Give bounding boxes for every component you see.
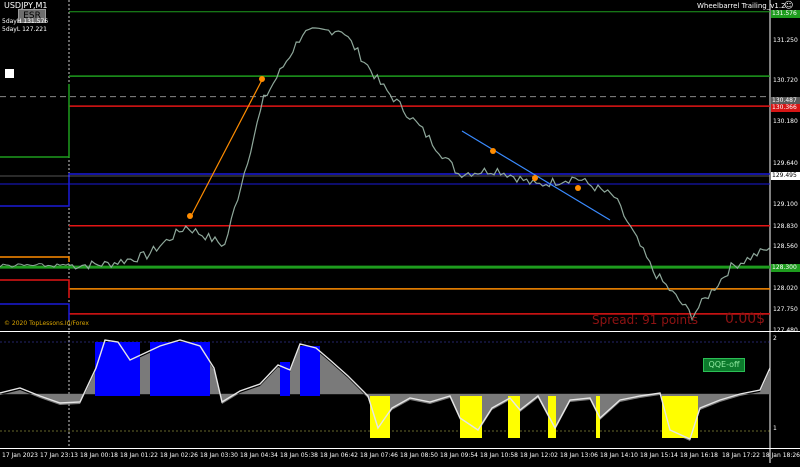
spread-label: Spread: 91 points [592, 313, 699, 327]
price-label-red: 130.366 [771, 104, 800, 112]
indicator-tick: 1 [773, 425, 777, 432]
toggle-checkbox[interactable] [5, 69, 14, 78]
red-step-line [0, 279, 70, 298]
price-tick: 129.100 [773, 201, 798, 208]
orange-step-line [0, 256, 70, 262]
time-tick: 18 Jan 06:42 [320, 452, 358, 459]
price-tick: 128.020 [773, 285, 798, 292]
indicator-tick: 2 [773, 335, 777, 342]
trade-marker [575, 185, 581, 191]
time-tick: 18 Jan 08:50 [400, 452, 438, 459]
price-tick: 129.640 [773, 160, 798, 167]
time-tick: 18 Jan 10:58 [480, 452, 518, 459]
day-low-label: 5dayL 127.221 [2, 26, 47, 33]
time-tick: 18 Jan 03:30 [200, 452, 238, 459]
time-tick: 18 Jan 13:06 [560, 452, 598, 459]
copyright-label: © 2020 TopLessons.In/Forex [4, 320, 89, 327]
time-tick: 18 Jan 00:18 [80, 452, 118, 459]
time-tick: 18 Jan 01:22 [120, 452, 158, 459]
price-tick: 131.250 [773, 37, 798, 44]
trade-marker [187, 213, 193, 219]
price-tick: 130.180 [773, 118, 798, 125]
time-tick: 17 Jan 2023 [2, 452, 38, 459]
trade-marker [259, 76, 265, 82]
time-tick: 18 Jan 05:38 [280, 452, 318, 459]
time-tick: 18 Jan 17:22 [722, 452, 760, 459]
profit-label: 0.00$ [725, 311, 766, 327]
time-tick: 18 Jan 16:18 [680, 452, 718, 459]
qqe-bar-yellow [370, 396, 390, 438]
blue-step-line [0, 173, 70, 207]
time-tick: 18 Jan 07:46 [360, 452, 398, 459]
price-tick: 127.480 [773, 327, 798, 334]
qqe-bar-blue [150, 342, 210, 396]
time-tick: 17 Jan 23:13 [40, 452, 78, 459]
time-tick: 18 Jan 09:54 [440, 452, 478, 459]
price-tick: 130.720 [773, 77, 798, 84]
blue-step-line-low [0, 303, 70, 320]
price-label-high: 131.576 [771, 10, 800, 18]
time-tick: 18 Jan 18:26 [762, 452, 800, 459]
qqe-bar-yellow [460, 396, 482, 438]
trading-chart-window[interactable]: USDJPY,M1 ESR 5dayH 131.576 5dayL 127.22… [0, 0, 800, 463]
chart-canvas[interactable] [0, 0, 800, 463]
price-tick: 128.830 [773, 223, 798, 230]
price-tick: 128.560 [773, 243, 798, 250]
time-tick: 18 Jan 15:14 [640, 452, 678, 459]
day-high-label: 5dayH 131.576 [2, 18, 49, 25]
price-label-green: 128.300 [771, 264, 800, 272]
qqe-bar-blue [300, 346, 320, 396]
time-tick: 18 Jan 12:02 [520, 452, 558, 459]
qqe-toggle-button[interactable]: QQE-off [703, 358, 745, 372]
time-tick: 18 Jan 02:26 [160, 452, 198, 459]
green-step-line [0, 84, 70, 158]
time-tick: 18 Jan 14:10 [600, 452, 638, 459]
price-label-blue: 129.495 [771, 172, 800, 180]
trade-marker [532, 175, 538, 181]
trade-marker [490, 148, 496, 154]
expert-advisor-name: Wheelbarrel Trailing_v1.2 [697, 2, 786, 10]
time-tick: 18 Jan 04:34 [240, 452, 278, 459]
price-tick: 127.750 [773, 306, 798, 313]
